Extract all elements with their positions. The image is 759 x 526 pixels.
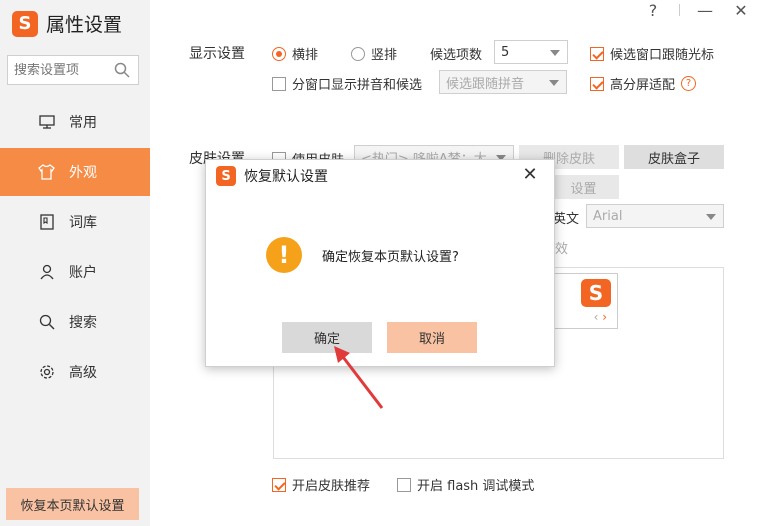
candidate-count-select[interactable]: 5: [494, 40, 568, 64]
skin-preview-thumbnail: S ‹ ›: [546, 273, 618, 329]
hidpi-checkbox[interactable]: 高分屏适配 ?: [590, 74, 697, 93]
checkbox[interactable]: [590, 76, 604, 91]
dialog-title: S 恢复默认设置: [216, 166, 328, 186]
dialog-close-icon[interactable]: ✕: [520, 164, 540, 185]
sidebar-item-search[interactable]: 搜索: [0, 298, 150, 346]
minimize-button[interactable]: —: [690, 0, 720, 20]
english-font-value: Arial: [593, 208, 623, 224]
candidate-count-value: 5: [501, 44, 510, 60]
sidebar-item-advanced[interactable]: 高级: [0, 348, 150, 396]
split-window-label: 分窗口显示拼音和候选: [292, 78, 423, 93]
checkbox[interactable]: [272, 76, 286, 91]
flash-debug-label: 开启 flash 调试模式: [417, 479, 535, 494]
sidebar-item-label: 常用: [69, 115, 97, 131]
chevron-down-icon: [706, 214, 716, 220]
window-close-button[interactable]: ✕: [726, 0, 756, 20]
horizontal-radio[interactable]: 横排: [272, 44, 318, 63]
enable-recommend-label: 开启皮肤推荐: [292, 479, 371, 494]
follow-cursor-label: 候选窗口跟随光标: [610, 48, 715, 63]
vertical-radio[interactable]: 竖排: [351, 44, 397, 63]
english-font-select[interactable]: Arial: [586, 204, 724, 228]
partial-text: 效: [555, 242, 569, 257]
radio-button[interactable]: [272, 46, 286, 61]
cancel-button[interactable]: 取消: [387, 322, 477, 353]
candidate-count-label: 候选项数: [430, 48, 483, 63]
chevron-down-icon: [549, 80, 559, 86]
search-icon[interactable]: [114, 62, 130, 78]
checkbox[interactable]: [272, 477, 286, 492]
sogou-logo-icon: S: [12, 10, 38, 37]
window-control-divider: [679, 4, 680, 16]
brand: S 属性设置: [12, 10, 122, 37]
app-title: 属性设置: [46, 14, 123, 36]
radio-button[interactable]: [351, 46, 365, 61]
warning-icon: !: [266, 237, 302, 273]
search-icon: [38, 314, 55, 331]
display-settings-label: 显示设置: [189, 46, 245, 62]
sidebar-item-label: 高级: [69, 365, 97, 381]
restore-defaults-dialog: S 恢复默认设置 ✕ ! 确定恢复本页默认设置? 确定 取消: [205, 159, 555, 367]
preview-nav-arrows: ‹ ›: [593, 310, 607, 324]
split-mode-select[interactable]: 候选跟随拼音: [439, 70, 567, 94]
skin-settings-button[interactable]: 设置: [548, 175, 619, 199]
gear-icon: [38, 364, 55, 381]
split-mode-value: 候选跟随拼音: [446, 76, 525, 92]
sidebar-item-appearance[interactable]: 外观: [0, 148, 150, 196]
checkbox[interactable]: [397, 477, 411, 492]
sogou-logo-icon: S: [216, 166, 236, 186]
sidebar-item-lexicon[interactable]: 词库: [0, 198, 150, 246]
checkbox[interactable]: [590, 46, 604, 61]
horizontal-label: 横排: [292, 48, 319, 63]
restore-defaults-button[interactable]: 恢复本页默认设置: [6, 488, 139, 520]
book-icon: [38, 214, 55, 231]
tshirt-icon: [38, 164, 55, 181]
dialog-message: 确定恢复本页默认设置?: [322, 250, 459, 265]
sidebar-item-label: 词库: [69, 215, 97, 231]
chevron-down-icon: [550, 50, 560, 56]
sidebar: S 属性设置 常用 外观 词库 账户 搜索 高级 恢复本页默认设置: [0, 0, 150, 526]
sidebar-item-common[interactable]: 常用: [0, 98, 150, 146]
vertical-label: 竖排: [371, 48, 398, 63]
enable-recommend-checkbox[interactable]: 开启皮肤推荐: [272, 475, 370, 494]
annotation-arrow-icon: [334, 346, 384, 409]
sogou-logo-icon: S: [581, 279, 611, 307]
search-input[interactable]: [14, 62, 114, 78]
skin-box-button[interactable]: 皮肤盒子: [624, 145, 724, 169]
sidebar-item-label: 账户: [69, 265, 97, 281]
flash-debug-checkbox[interactable]: 开启 flash 调试模式: [397, 475, 534, 494]
sidebar-item-label: 搜索: [69, 315, 97, 331]
split-window-checkbox[interactable]: 分窗口显示拼音和候选: [272, 74, 422, 93]
sidebar-item-account[interactable]: 账户: [0, 248, 150, 296]
english-font-label: 英文: [553, 212, 580, 227]
help-icon[interactable]: ?: [638, 0, 668, 20]
sidebar-item-label: 外观: [69, 165, 97, 181]
follow-cursor-checkbox[interactable]: 候选窗口跟随光标: [590, 44, 714, 63]
monitor-icon: [38, 114, 55, 131]
help-icon[interactable]: ?: [681, 76, 697, 91]
dialog-title-text: 恢复默认设置: [244, 169, 328, 185]
search-box[interactable]: [7, 55, 139, 85]
hidpi-label: 高分屏适配: [610, 78, 676, 93]
user-icon: [38, 264, 55, 281]
